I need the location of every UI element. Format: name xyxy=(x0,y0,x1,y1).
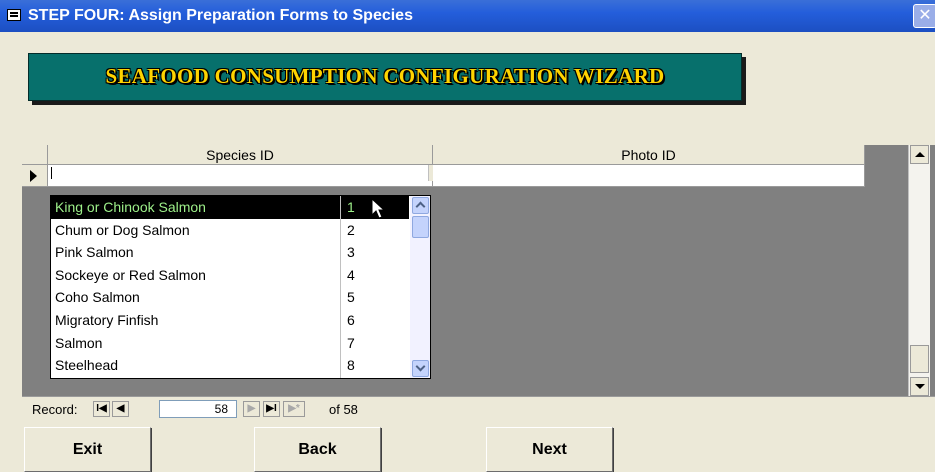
new-record-button[interactable]: ▶* xyxy=(283,401,305,417)
record-label: Record: xyxy=(32,402,78,417)
column-header-photo-id[interactable]: Photo ID xyxy=(433,145,865,165)
species-name: Steelhead xyxy=(55,357,119,374)
species-name: Pink Salmon xyxy=(55,244,134,261)
first-record-button[interactable]: I◀ xyxy=(93,401,110,417)
dropdown-scroll-down-button[interactable] xyxy=(412,360,429,377)
form-icon xyxy=(7,9,21,21)
title-bar: STEP FOUR: Assign Preparation Forms to S… xyxy=(0,0,935,32)
dropdown-item[interactable]: Migratory Finfish 6 xyxy=(51,309,409,332)
next-button[interactable]: Next xyxy=(486,427,613,472)
column-header-species-id[interactable]: Species ID xyxy=(48,145,433,165)
dropdown-scrollbar[interactable] xyxy=(410,196,430,378)
scroll-down-button[interactable] xyxy=(910,377,929,396)
banner-title: SEAFOOD CONSUMPTION CONFIGURATION WIZARD xyxy=(105,64,665,88)
species-name: Salmon xyxy=(55,334,103,351)
species-dropdown-list[interactable]: King or Chinook Salmon 1 Chum or Dog Salmo… xyxy=(50,195,431,379)
dropdown-item[interactable]: Salmon 7 xyxy=(51,332,409,355)
species-name: Chum or Dog Salmon xyxy=(55,221,190,238)
dropdown-scroll-thumb[interactable] xyxy=(412,216,429,238)
next-record-button[interactable]: ▶ xyxy=(243,401,260,417)
window-title: STEP FOUR: Assign Preparation Forms to S… xyxy=(28,7,413,24)
species-id: 2 xyxy=(347,221,355,238)
scroll-thumb[interactable] xyxy=(910,345,929,373)
text-caret xyxy=(51,167,52,179)
species-id: 5 xyxy=(347,289,355,306)
species-id: 7 xyxy=(347,334,355,351)
last-record-button[interactable]: ▶I xyxy=(263,401,280,417)
dropdown-item[interactable]: Coho Salmon 5 xyxy=(51,286,409,309)
species-name: King or Chinook Salmon xyxy=(55,199,206,215)
dropdown-scroll-up-button[interactable] xyxy=(412,197,429,214)
close-button[interactable]: ✕ xyxy=(913,4,935,28)
dropdown-item[interactable]: Chum or Dog Salmon 2 xyxy=(51,219,409,242)
dropdown-column-separator xyxy=(340,196,341,378)
dropdown-item[interactable]: King or Chinook Salmon 1 xyxy=(51,196,409,219)
record-navigation-bar: Record: I◀ ◀ 58 ▶ ▶I ▶* of 58 xyxy=(22,396,935,422)
species-name: Migratory Finfish xyxy=(55,311,159,328)
dropdown-item[interactable]: Pink Salmon 3 xyxy=(51,241,409,264)
datasheet-scrollbar[interactable] xyxy=(908,145,930,399)
species-id: 4 xyxy=(347,266,355,283)
dropdown-item[interactable]: Sockeye or Red Salmon 4 xyxy=(51,264,409,287)
exit-button[interactable]: Exit xyxy=(24,427,151,472)
current-record-indicator[interactable] xyxy=(22,165,48,187)
previous-record-button[interactable]: ◀ xyxy=(112,401,129,417)
record-number-field[interactable]: 58 xyxy=(159,400,237,418)
species-id: 3 xyxy=(347,244,355,261)
record-total: of 58 xyxy=(329,402,358,417)
wizard-banner: SEAFOOD CONSUMPTION CONFIGURATION WIZARD xyxy=(28,53,742,101)
species-id: 1 xyxy=(347,199,355,215)
photo-id-cell[interactable] xyxy=(433,165,865,187)
species-id: 8 xyxy=(347,357,355,374)
species-id-cell[interactable] xyxy=(48,165,444,187)
dropdown-items: King or Chinook Salmon 1 Chum or Dog Salmo… xyxy=(51,196,409,377)
mouse-pointer-icon xyxy=(371,198,385,219)
species-name: Coho Salmon xyxy=(55,289,140,306)
species-id: 6 xyxy=(347,311,355,328)
select-all-box[interactable] xyxy=(22,145,48,165)
dropdown-item[interactable]: Steelhead 8 xyxy=(51,354,409,377)
scroll-up-button[interactable] xyxy=(910,145,929,164)
back-button[interactable]: Back xyxy=(254,427,381,472)
species-name: Sockeye or Red Salmon xyxy=(55,266,206,283)
